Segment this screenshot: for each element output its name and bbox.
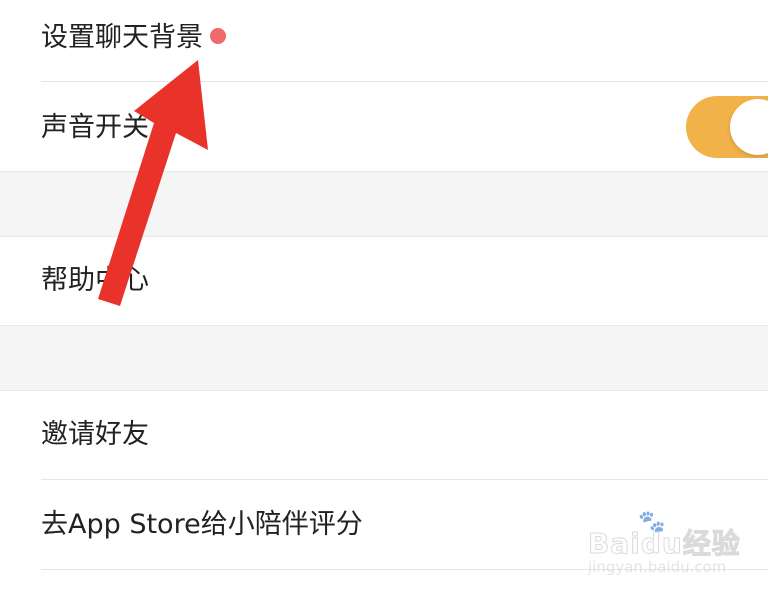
- toggle-knob: [730, 99, 768, 155]
- settings-item-help-center[interactable]: 帮助中心: [0, 237, 768, 325]
- new-badge-dot: [210, 28, 226, 44]
- watermark-brand: Baidu经验: [588, 527, 741, 561]
- settings-item-label: 声音开关: [41, 112, 149, 143]
- baidu-watermark: 🐾 Baidu经验 jingyan.baidu.com: [588, 510, 741, 580]
- settings-item-label: 去App Store给小陪伴评分: [41, 509, 363, 540]
- settings-item-label: 设置聊天背景: [41, 22, 203, 53]
- section-spacer: [0, 171, 768, 237]
- section-spacer: [0, 325, 768, 391]
- settings-screen: 设置聊天背景 声音开关 帮助中心 邀请好友 去App Store给小陪伴评分 🐾…: [0, 0, 768, 591]
- settings-item-label: 邀请好友: [41, 419, 149, 450]
- settings-item-invite-friends[interactable]: 邀请好友: [0, 391, 768, 479]
- settings-item-label: 帮助中心: [41, 265, 149, 296]
- settings-item-sound-switch: 声音开关: [0, 82, 768, 172]
- sound-toggle[interactable]: [686, 96, 768, 158]
- watermark-url: jingyan.baidu.com: [588, 558, 727, 576]
- settings-item-chat-background[interactable]: 设置聊天背景: [0, 0, 768, 82]
